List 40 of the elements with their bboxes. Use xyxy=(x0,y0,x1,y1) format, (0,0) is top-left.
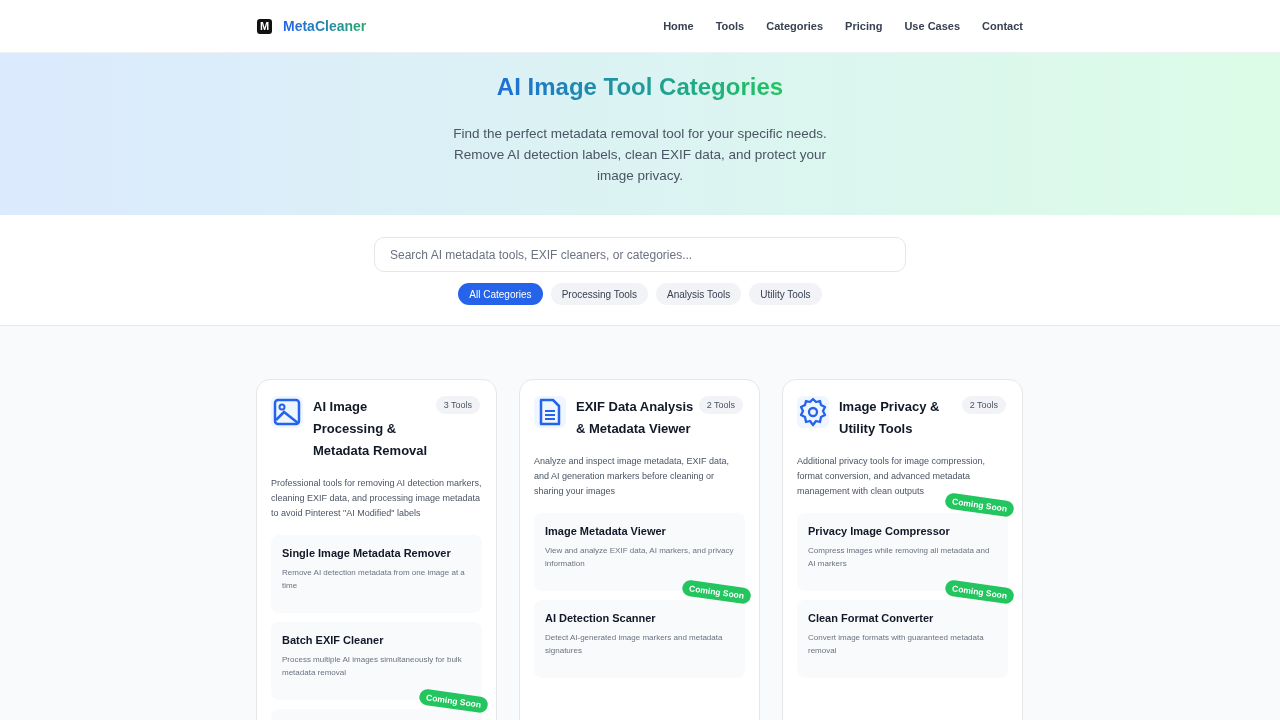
filter-chip[interactable]: Processing Tools xyxy=(550,283,649,305)
nav-link[interactable]: Contact xyxy=(982,20,1023,32)
nav-link[interactable]: Pricing xyxy=(845,20,883,32)
tool-name: Batch EXIF Cleaner xyxy=(282,634,385,646)
tool-description: Remove AI detection metadata from one image at a time xyxy=(282,567,466,592)
tool-card[interactable]: AI Detection Scanner Detect AI-generated image markers and metadata signatures xyxy=(534,600,745,678)
nav-link[interactable]: Categories xyxy=(766,20,824,32)
tool-card[interactable]: Single Image Metadata Remover Remove AI detection metadata from one image at a time xyxy=(271,535,482,613)
tool-name: Privacy Image Compressor xyxy=(808,525,951,537)
tool-card[interactable]: Clean Format Converter Convert image formats with guaranteed metadata removal xyxy=(797,600,1008,678)
tool-description: View and analyze EXIF data, AI markers, and privacy information xyxy=(545,545,734,570)
filter-chip[interactable]: Utility Tools xyxy=(749,283,822,305)
nav-link[interactable]: Tools xyxy=(715,20,745,32)
category-title: EXIF Data Analysis & Metadata Viewer xyxy=(576,398,695,438)
tool-count-badge: 3 Tools xyxy=(435,396,480,414)
category-description: Analyze and inspect image metadata, EXIF data, and AI generation markers before cleaning or sharing your images xyxy=(534,455,731,498)
tool-description: Detect AI-generated image markers and metadata signatures xyxy=(545,632,724,657)
filter-chip[interactable]: Analysis Tools xyxy=(656,283,742,305)
tool-count-badge: 2 Tools xyxy=(961,396,1006,414)
tool-name: Clean Format Converter xyxy=(808,612,935,624)
tool-name: AI Detection Scanner xyxy=(545,612,657,624)
nav-link[interactable]: Use Cases xyxy=(904,20,961,32)
tool-description: Compress images while removing all metadata and AI markers xyxy=(808,545,991,570)
search-field[interactable]: Search AI metadata tools, EXIF cleaners, or categories... xyxy=(374,237,906,272)
category-description: Professional tools for removing AI detection markers, cleaning EXIF data, and processing image metadata to avoid Pinterest "AI Modified" labels xyxy=(271,477,482,520)
logo-icon[interactable]: M xyxy=(257,18,272,34)
page-subtitle: Find the perfect metadata removal tool for your specific needs. Remove AI detection labels, clean EXIF data, and protect your image privacy. xyxy=(452,125,828,185)
category-title: AI Image Processing & Metadata Removal xyxy=(313,398,429,460)
brand-name[interactable]: MetaCleaner xyxy=(283,18,367,34)
tool-name: Single Image Metadata Remover xyxy=(282,547,452,559)
tool-description: Convert image formats with guaranteed metadata removal xyxy=(808,632,985,657)
tool-name: Image Metadata Viewer xyxy=(545,525,667,537)
tool-description: Process multiple AI images simultaneously for bulk metadata removal xyxy=(282,654,463,679)
document-icon xyxy=(534,396,566,428)
image-icon xyxy=(271,396,303,428)
filter-chip[interactable]: All Categories xyxy=(458,283,543,305)
category-title: Image Privacy & Utility Tools xyxy=(839,398,941,438)
nav-link[interactable]: Home xyxy=(663,20,694,32)
settings-icon xyxy=(797,396,829,428)
tool-count-badge: 2 Tools xyxy=(698,396,743,414)
